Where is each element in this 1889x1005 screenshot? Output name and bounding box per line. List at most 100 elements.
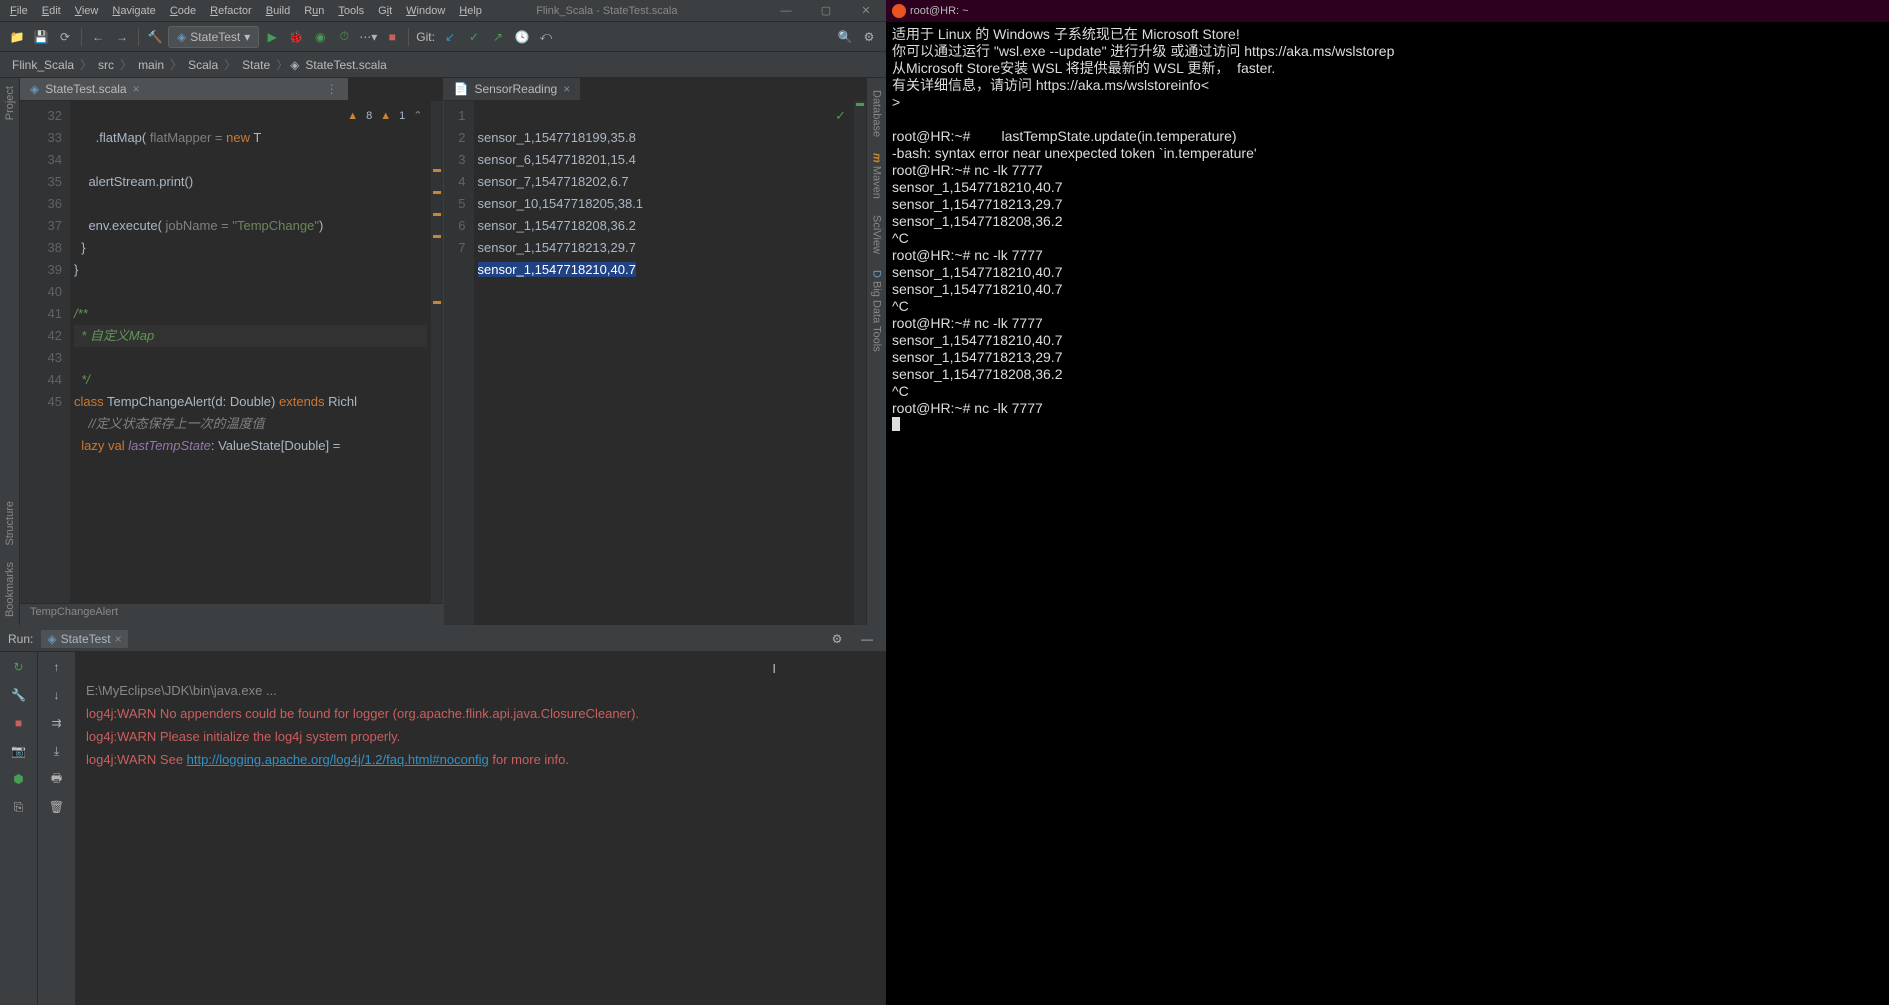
clear-icon[interactable]: 🗑 (46, 796, 68, 818)
run-config-icon: ◈ (47, 632, 56, 646)
maven-tool[interactable]: m Maven (871, 153, 883, 199)
print-icon[interactable]: 🖶 (46, 768, 68, 790)
menu-run[interactable]: Run (298, 3, 330, 19)
run-config-label: StateTest (190, 30, 240, 44)
bookmarks-tool[interactable]: Bookmarks (4, 562, 16, 617)
tab-sensorreading[interactable]: 📄 SensorReading × (444, 78, 582, 101)
tools-icon[interactable]: 🔧 (8, 684, 30, 706)
marker-strip[interactable] (431, 101, 443, 603)
tab-close-icon[interactable]: × (133, 82, 140, 96)
menu-edit[interactable]: Edit (36, 3, 67, 19)
sciview-tool[interactable]: SciView (871, 215, 883, 254)
editor-breadcrumb[interactable]: TempChangeAlert (20, 603, 443, 625)
coverage-icon[interactable]: ◉ (309, 26, 331, 48)
git-commit-icon[interactable]: ✓ (463, 26, 485, 48)
bc-src[interactable]: src (94, 56, 118, 74)
structure-tool[interactable]: Structure (4, 501, 16, 546)
code-area[interactable]: ▲8 ▲1 ⌃ .flatMap( flatMapper = new T ale… (70, 101, 431, 603)
bigdata-tool[interactable]: D Big Data Tools (871, 270, 883, 352)
tab-close-icon[interactable]: × (563, 82, 570, 96)
tab-statetest[interactable]: ◈ StateTest.scala × ⋮ (20, 78, 349, 101)
bc-file[interactable]: StateTest.scala (301, 56, 390, 74)
menu-file[interactable]: File (4, 3, 34, 19)
bc-project[interactable]: Flink_Scala (8, 56, 78, 74)
rerun-icon[interactable]: ↻ (8, 656, 30, 678)
search-icon[interactable]: 🔍 (834, 26, 856, 48)
term-line: sensor_1,1547718213,29.7 (892, 196, 1062, 212)
more-run-icon[interactable]: ⋯▾ (357, 26, 379, 48)
debug-icon[interactable]: 🐞 (285, 26, 307, 48)
term-line: sensor_1,1547718210,40.7 (892, 332, 1062, 348)
run-output[interactable]: E:\MyEclipse\JDK\bin\java.exe ... log4j:… (76, 652, 886, 1005)
run-tab[interactable]: ◈ StateTest × (41, 630, 127, 648)
menu-refactor[interactable]: Refactor (204, 3, 258, 19)
menu-code[interactable]: Code (164, 3, 202, 19)
run-button-icon[interactable]: ▶ (261, 26, 283, 48)
inspection-badge[interactable]: ▲8 ▲1 ⌃ (347, 105, 422, 127)
menu-view[interactable]: View (69, 3, 105, 19)
build-icon[interactable]: 🔨 (144, 26, 166, 48)
dump-icon[interactable]: ⬢ (8, 768, 30, 790)
breadcrumb: Flink_Scala〉 src〉 main〉 Scala〉 State〉 ◈ … (0, 52, 886, 78)
line-gutter: 3233343536373839404142434445 (20, 101, 70, 603)
minimize-button[interactable]: — (766, 0, 806, 22)
git-rollback-icon[interactable]: ⤺ (535, 26, 557, 48)
open-icon[interactable]: 📁 (6, 26, 28, 48)
save-icon[interactable]: 💾 (30, 26, 52, 48)
editor-sensor[interactable]: 📄 SensorReading × 1234567 ✓sensor_1,1547… (444, 78, 867, 625)
run-output-toolbar: ↑ ↓ ⇉ ⤓ 🖶 🗑 (38, 652, 76, 1005)
menu-navigate[interactable]: Navigate (106, 3, 161, 19)
main-toolbar: 📁 💾 ⟳ ← → 🔨 ◈ StateTest ▾ ▶ 🐞 ◉ ⏱ ⋯▾ ■ G… (0, 22, 886, 52)
soft-wrap-icon[interactable]: ⇉ (46, 712, 68, 734)
stop-icon[interactable]: ■ (381, 26, 403, 48)
tab-menu-icon[interactable]: ⋮ (146, 82, 338, 96)
terminal-body[interactable]: 适用于 Linux 的 Windows 子系统现已在 Microsoft Sto… (886, 22, 1889, 1005)
run-tab-close-icon[interactable]: × (115, 632, 122, 646)
reload-icon[interactable]: ⟳ (54, 26, 76, 48)
bc-scala[interactable]: Scala (184, 56, 222, 74)
bc-main[interactable]: main (134, 56, 168, 74)
log-link[interactable]: http://logging.apache.org/log4j/1.2/faq.… (187, 752, 489, 767)
code-area[interactable]: ✓sensor_1,1547718199,35.8 sensor_6,15477… (474, 101, 855, 625)
tab-label: SensorReading (474, 82, 557, 96)
editor-main[interactable]: ◈ StateTest.scala × ⋮ 323334353637383940… (20, 78, 444, 625)
term-line: > (892, 94, 900, 110)
maximize-button[interactable]: ▢ (806, 0, 846, 22)
scroll-end-icon[interactable]: ⤓ (46, 740, 68, 762)
up-icon[interactable]: ↑ (46, 656, 68, 678)
bc-state[interactable]: State (238, 56, 274, 74)
exit-icon[interactable]: ⎘ (8, 796, 30, 818)
git-update-icon[interactable]: ↙ (439, 26, 461, 48)
run-tab-label: StateTest (61, 632, 111, 646)
down-icon[interactable]: ↓ (46, 684, 68, 706)
settings-icon[interactable]: ⚙ (858, 26, 880, 48)
close-button[interactable]: ✕ (846, 0, 886, 22)
menu-git[interactable]: Git (372, 3, 398, 19)
capture-icon[interactable]: 📷 (8, 740, 30, 762)
back-icon[interactable]: ← (87, 26, 109, 48)
log-line: log4j:WARN See (86, 752, 187, 767)
run-settings-icon[interactable]: ⚙ (826, 628, 848, 650)
menu-window[interactable]: Window (400, 3, 451, 19)
menu-build[interactable]: Build (260, 3, 296, 19)
marker-strip[interactable] (854, 101, 866, 625)
git-history-icon[interactable]: 🕓 (511, 26, 533, 48)
term-line: sensor_1,1547718210,40.7 (892, 264, 1062, 280)
data-line: sensor_7,1547718202,6.7 (478, 174, 629, 189)
hide-panel-icon[interactable]: — (856, 628, 878, 650)
data-line: sensor_6,1547718201,15.4 (478, 152, 636, 167)
menu-tools[interactable]: Tools (332, 3, 370, 19)
forward-icon[interactable]: → (111, 26, 133, 48)
run-cmd-line: E:\MyEclipse\JDK\bin\java.exe ... (86, 683, 277, 698)
project-tool[interactable]: Project (4, 86, 16, 120)
window-title: Flink_Scala - StateTest.scala (536, 5, 677, 17)
git-push-icon[interactable]: ↗ (487, 26, 509, 48)
profile-icon[interactable]: ⏱ (333, 26, 355, 48)
term-line: sensor_1,1547718210,40.7 (892, 179, 1062, 195)
run-config-selector[interactable]: ◈ StateTest ▾ (168, 26, 259, 48)
log-line: for more info. (489, 752, 569, 767)
database-tool[interactable]: Database (871, 90, 883, 137)
term-line: -bash: syntax error near unexpected toke… (892, 145, 1257, 161)
menu-help[interactable]: Help (453, 3, 488, 19)
stop-run-icon[interactable]: ■ (8, 712, 30, 734)
